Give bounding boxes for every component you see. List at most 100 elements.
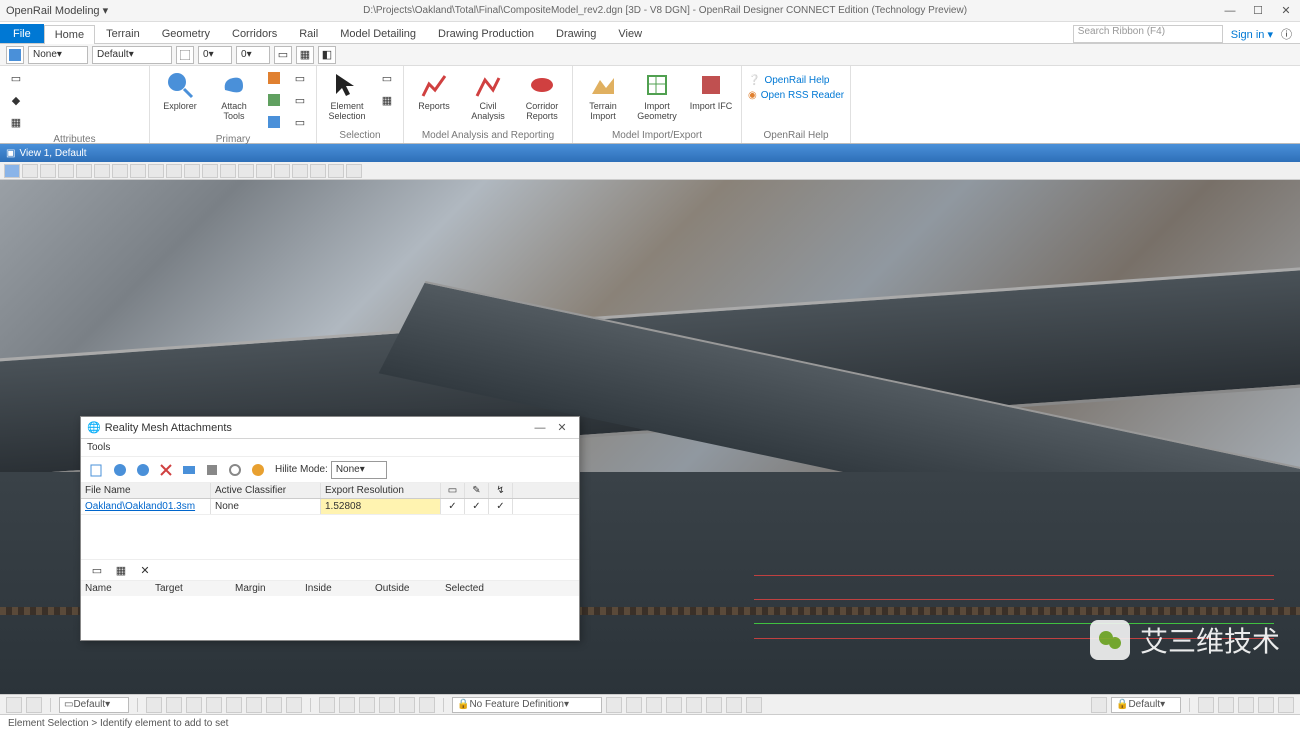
qat-tool-2[interactable]: ▦	[296, 46, 314, 64]
col-locate-icon[interactable]: ↯	[489, 483, 513, 498]
view-tool-4[interactable]	[58, 164, 74, 178]
tab-geometry[interactable]: Geometry	[151, 24, 221, 43]
select-all-icon[interactable]: ▦	[377, 90, 397, 110]
tab-file[interactable]: File	[0, 24, 44, 43]
bb-tool-15[interactable]	[399, 697, 415, 713]
col2-outside[interactable]: Outside	[371, 581, 441, 596]
bb-tool-r1[interactable]	[1091, 697, 1107, 713]
minimize-button[interactable]: —	[1216, 0, 1244, 22]
bb-tool-24[interactable]	[746, 697, 762, 713]
view-tool-3[interactable]	[40, 164, 56, 178]
snap-icon[interactable]	[202, 460, 222, 480]
attach-cloud-icon[interactable]	[133, 460, 153, 480]
import-ifc-button[interactable]: Import IFC	[687, 68, 735, 112]
primary-small-1[interactable]	[264, 68, 284, 88]
bb-tool-3[interactable]	[146, 697, 162, 713]
level-name-combo[interactable]: None ▾	[28, 46, 88, 64]
dialog-minimize[interactable]: —	[529, 422, 551, 434]
terrain-import-button[interactable]: Terrain Import	[579, 68, 627, 122]
bb-tool-8[interactable]	[246, 697, 262, 713]
bb-tool-r5[interactable]	[1258, 697, 1274, 713]
rss-reader-link[interactable]: ◉Open RSS Reader	[748, 89, 844, 102]
view-tool-walk[interactable]	[166, 164, 182, 178]
view-tool-16[interactable]	[274, 164, 290, 178]
bb-tool-7[interactable]	[226, 697, 242, 713]
bb-tool-r6[interactable]	[1278, 697, 1294, 713]
element-selection-button[interactable]: Element Selection	[323, 68, 371, 122]
qat-tool-3[interactable]: ◧	[318, 46, 336, 64]
bb-tool-r2[interactable]	[1198, 697, 1214, 713]
bb-tool-14[interactable]	[379, 697, 395, 713]
view-tool-zoom-out[interactable]	[94, 164, 110, 178]
view-tool-13[interactable]	[220, 164, 236, 178]
bb-tool-19[interactable]	[646, 697, 662, 713]
tab-rail[interactable]: Rail	[288, 24, 329, 43]
view-tool-zoom-in[interactable]	[76, 164, 92, 178]
civil-analysis-button[interactable]: Civil Analysis	[464, 68, 512, 122]
view-tool-14[interactable]	[238, 164, 254, 178]
maximize-button[interactable]: ☐	[1244, 0, 1272, 22]
tab-drawing-production[interactable]: Drawing Production	[427, 24, 545, 43]
help-icon[interactable]: ⓘ	[1281, 26, 1292, 42]
workflow-menu[interactable]: OpenRail Modeling ▾	[0, 4, 114, 17]
lineweight-combo[interactable]: 0 ▾	[198, 46, 232, 64]
bb-tool-1[interactable]	[6, 697, 22, 713]
attr-btn-1[interactable]: ▭	[6, 68, 26, 88]
col2-target[interactable]: Target	[151, 581, 231, 596]
import-geometry-button[interactable]: Import Geometry	[633, 68, 681, 122]
linestyle-combo[interactable]: 0 ▾	[236, 46, 270, 64]
view-tool-2[interactable]	[22, 164, 38, 178]
display-icon[interactable]	[179, 460, 199, 480]
view-tool-15[interactable]	[256, 164, 272, 178]
dialog-close[interactable]: ✕	[551, 421, 573, 434]
col-snap-icon[interactable]: ✎	[465, 483, 489, 498]
view-tool-11[interactable]	[184, 164, 200, 178]
classifier-del-icon[interactable]: ✕	[135, 560, 155, 580]
bb-tool-16[interactable]	[419, 697, 435, 713]
bb-tool-r3[interactable]	[1218, 697, 1234, 713]
col2-margin[interactable]: Margin	[231, 581, 301, 596]
reports-button[interactable]: Reports	[410, 68, 458, 112]
bb-tool-23[interactable]	[726, 697, 742, 713]
bb-tool-17[interactable]	[606, 697, 622, 713]
bb-tool-4[interactable]	[166, 697, 182, 713]
bb-tool-11[interactable]	[319, 697, 335, 713]
detach-icon[interactable]	[156, 460, 176, 480]
explorer-button[interactable]: Explorer	[156, 68, 204, 112]
bb-tool-9[interactable]	[266, 697, 282, 713]
color-picker[interactable]	[176, 46, 194, 64]
fence-icon[interactable]: ▭	[377, 68, 397, 88]
bb-tool-12[interactable]	[339, 697, 355, 713]
bb-tool-2[interactable]	[26, 697, 42, 713]
dialog-menu-tools[interactable]: Tools	[87, 442, 110, 453]
bb-tool-18[interactable]	[626, 697, 642, 713]
bb-tool-5[interactable]	[186, 697, 202, 713]
bb-tool-10[interactable]	[286, 697, 302, 713]
attr-btn-3[interactable]: ▦	[6, 112, 26, 132]
view-tool-17[interactable]	[292, 164, 308, 178]
view-tool-20[interactable]	[346, 164, 362, 178]
level-value-combo[interactable]: Default ▾	[92, 46, 172, 64]
close-button[interactable]: ✕	[1272, 0, 1300, 22]
col-export[interactable]: Export Resolution	[321, 483, 441, 498]
corridor-reports-button[interactable]: Corridor Reports	[518, 68, 566, 122]
view-tool-18[interactable]	[310, 164, 326, 178]
primary-small-4[interactable]: ▭	[290, 68, 310, 88]
view-tool-19[interactable]	[328, 164, 344, 178]
bb-tool-22[interactable]	[706, 697, 722, 713]
col-filename[interactable]: File Name	[81, 483, 211, 498]
hilite-mode-combo[interactable]: None ▾	[331, 461, 387, 479]
col2-inside[interactable]: Inside	[301, 581, 371, 596]
tab-corridors[interactable]: Corridors	[221, 24, 288, 43]
bb-tool-13[interactable]	[359, 697, 375, 713]
primary-small-3[interactable]	[264, 112, 284, 132]
view-tool-pan[interactable]	[148, 164, 164, 178]
primary-small-2[interactable]	[264, 90, 284, 110]
bb-tool-r4[interactable]	[1238, 697, 1254, 713]
col2-selected[interactable]: Selected	[441, 581, 511, 596]
tab-drawing[interactable]: Drawing	[545, 24, 607, 43]
attach-url-icon[interactable]	[110, 460, 130, 480]
hilite-icon[interactable]	[248, 460, 268, 480]
primary-small-6[interactable]: ▭	[290, 112, 310, 132]
view-tool-1[interactable]	[4, 164, 20, 178]
